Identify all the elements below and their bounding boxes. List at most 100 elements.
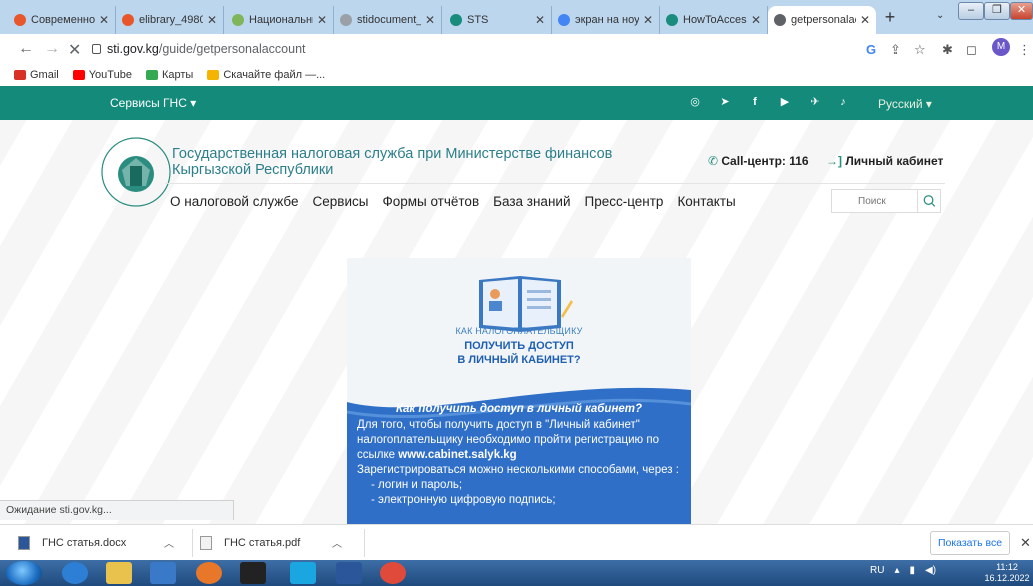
bookmark-label: Карты <box>161 69 194 81</box>
bookmark-item[interactable]: Карты <box>145 69 194 81</box>
media-player-icon[interactable] <box>150 562 176 584</box>
language-select[interactable]: Русский ▾ <box>878 97 932 111</box>
close-window-button[interactable]: ✕ <box>1010 2 1033 20</box>
browser-tab[interactable]: elibrary_4980 ✕ <box>116 6 224 34</box>
file-explorer-icon[interactable] <box>106 562 132 584</box>
browser-tab[interactable]: stidocument_s ✕ <box>334 6 442 34</box>
personal-cabinet-link[interactable]: →] Личный кабинет <box>826 154 943 168</box>
clock[interactable]: 11:12 16.12.2022 <box>984 562 1030 584</box>
tab-favicon-icon <box>340 14 352 26</box>
clock-date: 16.12.2022 <box>984 573 1030 583</box>
main-navigation: О налоговой службе Сервисы Формы отчётов Ба… <box>170 194 750 209</box>
nav-item[interactable]: О налоговой службе <box>170 194 299 209</box>
maps-icon <box>145 70 158 80</box>
google-lens-icon[interactable]: G <box>866 42 876 57</box>
tiktok-icon[interactable]: ♪ <box>836 95 850 109</box>
nav-item[interactable]: База знаний <box>493 194 570 209</box>
browser-tab-strip: Современное ✕ elibrary_4980 ✕ Национальны ✕ st… <box>0 0 1033 34</box>
skype-icon[interactable] <box>290 562 316 584</box>
side-panel-icon[interactable]: ◻ <box>966 42 977 58</box>
poster-subtitle: КАК НАЛОГОПЛАТЕЛЬЩИКУ <box>455 326 583 336</box>
tab-close-icon[interactable]: ✕ <box>207 13 217 27</box>
browser-tab[interactable]: Национальны ✕ <box>226 6 334 34</box>
internet-explorer-icon[interactable] <box>62 562 88 584</box>
download-item-docx[interactable]: ГНС статья.docx ︿ <box>18 525 193 560</box>
nav-item[interactable]: Формы отчётов <box>382 194 479 209</box>
share-icon[interactable]: ⇪ <box>890 42 901 58</box>
pdf-file-icon <box>200 535 212 550</box>
chevron-up-icon[interactable]: ︿ <box>164 535 174 550</box>
maximize-window-button[interactable]: ❐ <box>984 2 1010 20</box>
web-page: Сервисы ГНС ▾ ◎ ➤ f ▶ ✈ ♪ Русский ▾ Госу… <box>0 86 1033 524</box>
telegram-icon[interactable]: ➤ <box>718 95 732 109</box>
download-shelf: ГНС статья.docx ︿ ГНС статья.pdf ︿ Показ… <box>0 524 1033 560</box>
network-icon[interactable]: ▮ <box>909 565 915 576</box>
youtube-icon[interactable]: ▶ <box>778 95 792 109</box>
call-center[interactable]: ✆ Call-центр: 116 <box>708 154 809 168</box>
tab-close-icon[interactable]: ✕ <box>317 13 327 27</box>
tab-title: stidocument_s <box>357 14 421 26</box>
new-tab-button[interactable]: + <box>880 8 900 28</box>
search-input[interactable] <box>832 190 914 212</box>
tab-favicon-icon <box>122 14 134 26</box>
bookmarks-bar: Gmail YouTube Карты Скачайте файл —... <box>0 64 1033 86</box>
tab-favicon-icon <box>558 14 570 26</box>
tab-title: HowToAccess <box>683 14 747 26</box>
download-filename: ГНС статья.docx <box>42 536 127 549</box>
back-arrow-icon[interactable]: ← <box>18 40 34 58</box>
gmail-icon <box>14 70 26 80</box>
bookmark-star-icon[interactable]: ☆ <box>914 42 926 58</box>
browser-tab[interactable]: getpersonalac ✕ <box>768 6 876 34</box>
facebook-icon[interactable]: f <box>748 95 762 109</box>
show-all-downloads-button[interactable]: Показать все <box>930 531 1010 555</box>
show-hidden-icons-icon[interactable]: ▴ <box>894 565 899 576</box>
tab-close-icon[interactable]: ✕ <box>99 13 109 27</box>
tab-search-chevron-icon[interactable]: ⌄ <box>936 10 944 21</box>
tab-close-icon[interactable]: ✕ <box>535 13 545 27</box>
bookmark-item[interactable]: YouTube <box>72 69 132 81</box>
nav-item[interactable]: Сервисы <box>313 194 369 209</box>
twitter-icon[interactable]: ✈ <box>808 95 822 109</box>
tab-close-icon[interactable]: ✕ <box>643 13 653 27</box>
language-indicator[interactable]: RU <box>870 565 884 576</box>
firefox-icon[interactable] <box>196 562 222 584</box>
tab-close-icon[interactable]: ✕ <box>425 13 435 27</box>
7zip-icon[interactable] <box>240 562 266 584</box>
minimize-window-button[interactable]: – <box>958 2 984 20</box>
download-filename: ГНС статья.pdf <box>224 536 301 549</box>
url-text: sti.gov.kg/guide/getpersonalaccount <box>107 42 306 56</box>
nav-item[interactable]: Контакты <box>677 194 735 209</box>
start-button[interactable] <box>6 561 42 585</box>
forward-arrow-icon[interactable]: → <box>44 40 60 58</box>
browser-tab[interactable]: HowToAccess ✕ <box>660 6 768 34</box>
chevron-up-icon[interactable]: ︿ <box>332 535 342 550</box>
search-icon[interactable] <box>917 190 941 212</box>
tab-close-icon[interactable]: ✕ <box>751 13 761 27</box>
extensions-puzzle-icon[interactable]: ✱ <box>942 42 953 58</box>
tab-close-icon[interactable]: ✕ <box>860 13 870 27</box>
chrome-icon[interactable] <box>380 562 406 584</box>
word-icon[interactable] <box>336 562 362 584</box>
browser-tab[interactable]: Современное ✕ <box>8 6 116 34</box>
services-menu[interactable]: Сервисы ГНС ▾ <box>110 96 196 110</box>
bookmark-item[interactable]: Скачайте файл —... <box>207 69 325 81</box>
browser-tab[interactable]: экран на ноут ✕ <box>552 6 660 34</box>
browser-tab[interactable]: STS ✕ <box>444 6 552 34</box>
nav-item[interactable]: Пресс-центр <box>584 194 663 209</box>
bookmark-label: Скачайте файл —... <box>223 69 326 81</box>
close-icon[interactable]: ✕ <box>1020 535 1031 551</box>
shelf-divider <box>192 529 193 557</box>
gns-emblem-logo[interactable] <box>100 136 172 208</box>
organization-name[interactable]: Государственная налоговая служба при Мин… <box>172 146 672 178</box>
status-bubble: Ожидание sti.gov.kg... <box>0 500 234 520</box>
stop-loading-icon[interactable]: ✕ <box>68 40 81 60</box>
windows-taskbar: RU ▴ ▮ ◀) 11:12 16.12.2022 <box>0 560 1033 586</box>
lock-icon <box>92 44 101 54</box>
browser-menu-icon[interactable]: ⋮ <box>1018 42 1031 58</box>
volume-icon[interactable]: ◀) <box>925 565 936 576</box>
address-bar[interactable]: sti.gov.kg/guide/getpersonalaccount <box>92 38 852 60</box>
instagram-icon[interactable]: ◎ <box>688 95 702 109</box>
download-item-pdf[interactable]: ГНС статья.pdf ︿ <box>200 525 365 560</box>
profile-avatar[interactable]: M <box>992 38 1010 56</box>
bookmark-item[interactable]: Gmail <box>14 69 59 81</box>
